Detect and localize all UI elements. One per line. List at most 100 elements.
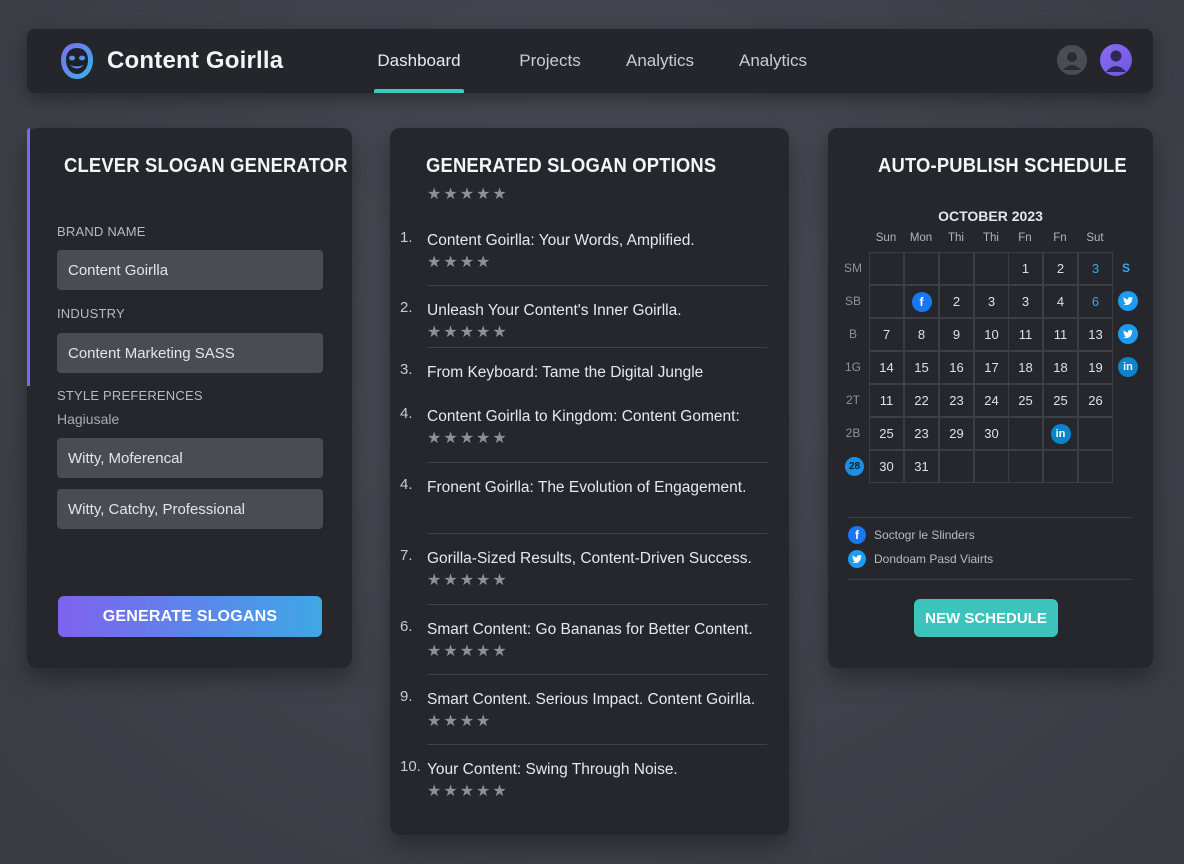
calendar-day[interactable]: 3 bbox=[1078, 252, 1113, 285]
calendar-day[interactable]: 22 bbox=[904, 384, 939, 417]
weekday-label: Thi bbox=[983, 232, 999, 244]
calendar-cell-empty[interactable] bbox=[869, 252, 904, 285]
style-input-2[interactable] bbox=[57, 489, 323, 529]
slogan-number: 4. bbox=[400, 476, 413, 493]
week-label: 1G bbox=[844, 360, 861, 374]
calendar-day[interactable]: 30 bbox=[974, 417, 1009, 450]
star-icon: ★ bbox=[443, 430, 458, 447]
twitter-icon[interactable] bbox=[1118, 324, 1138, 344]
star-icon: ★ bbox=[492, 430, 507, 447]
calendar-day[interactable]: 1 bbox=[1008, 252, 1043, 285]
tab-dashboard[interactable]: Dashboard bbox=[374, 29, 464, 93]
star-icon: ★ bbox=[443, 643, 458, 660]
new-schedule-button[interactable]: NEW SCHEDULE bbox=[914, 599, 1058, 637]
card-accent-bar bbox=[27, 128, 30, 386]
calendar-day[interactable]: 25 bbox=[1008, 384, 1043, 417]
calendar-day[interactable]: 10 bbox=[974, 318, 1009, 351]
slogan-text: Unleash Your Content's Inner Goirlla. bbox=[427, 302, 682, 319]
calendar-day[interactable]: 3 bbox=[974, 285, 1009, 318]
brand-name-label: BRAND NAME bbox=[57, 224, 146, 239]
week-label: 2B bbox=[845, 426, 861, 440]
calendar-day[interactable]: 26 bbox=[1078, 384, 1113, 417]
calendar-cell-empty bbox=[974, 450, 1009, 483]
star-icon: ★ bbox=[492, 783, 507, 800]
calendar-day[interactable]: 29 bbox=[939, 417, 974, 450]
calendar-cell-empty bbox=[1043, 450, 1078, 483]
slogan-divider bbox=[427, 285, 767, 286]
calendar-cell-empty[interactable]: f bbox=[904, 285, 939, 318]
tab-analytics-2[interactable]: Analytics bbox=[732, 29, 814, 93]
calendar-day[interactable]: 31 bbox=[904, 450, 939, 483]
calendar-day[interactable]: 13 bbox=[1078, 318, 1113, 351]
calendar-day[interactable]: 7 bbox=[869, 318, 904, 351]
tab-projects[interactable]: Projects bbox=[505, 29, 595, 93]
generate-slogans-button[interactable]: GENERATE SLOGANS bbox=[58, 596, 322, 637]
star-icon: ★ bbox=[443, 254, 458, 271]
calendar-cell-empty[interactable] bbox=[939, 252, 974, 285]
calendar-cell-empty[interactable] bbox=[1008, 417, 1043, 450]
star-icon: ★ bbox=[476, 713, 491, 730]
slogan-number: 3. bbox=[400, 361, 413, 378]
calendar-day[interactable]: 23 bbox=[904, 417, 939, 450]
weekday-label: Sut bbox=[1086, 232, 1104, 244]
star-icon: ★ bbox=[459, 186, 475, 203]
calendar-day[interactable]: 6 bbox=[1078, 285, 1113, 318]
calendar-day[interactable]: 25 bbox=[1043, 384, 1078, 417]
slogan-text: Your Content: Swing Through Noise. bbox=[427, 761, 678, 778]
slogan-text: Smart Content. Serious Impact. Content G… bbox=[427, 691, 756, 708]
calendar-day[interactable]: 2 bbox=[1043, 252, 1078, 285]
calendar-day[interactable]: 19 bbox=[1078, 351, 1113, 384]
calendar-day[interactable]: 8 bbox=[904, 318, 939, 351]
gorilla-logo-icon bbox=[61, 43, 93, 79]
calendar-day[interactable]: 17 bbox=[974, 351, 1009, 384]
star-icon: ★ bbox=[459, 713, 475, 730]
facebook-icon[interactable]: f bbox=[911, 291, 932, 312]
calendar-day[interactable]: 24 bbox=[974, 384, 1009, 417]
s-marker: S bbox=[1122, 261, 1131, 275]
user-avatar[interactable] bbox=[1100, 44, 1132, 76]
profile-placeholder-icon[interactable] bbox=[1057, 45, 1087, 75]
calendar-day[interactable]: 4 bbox=[1043, 285, 1078, 318]
style-input-1[interactable] bbox=[57, 438, 323, 478]
calendar-day[interactable]: 3 bbox=[1008, 285, 1043, 318]
calendar-day[interactable]: 16 bbox=[939, 351, 974, 384]
calendar-day[interactable]: 30 bbox=[869, 450, 904, 483]
calendar-day[interactable]: 18 bbox=[1043, 351, 1078, 384]
calendar-cell-empty[interactable] bbox=[974, 252, 1009, 285]
linkedin-icon[interactable]: in bbox=[1050, 423, 1071, 444]
twitter-icon[interactable] bbox=[848, 550, 866, 568]
calendar-day[interactable]: 14 bbox=[869, 351, 904, 384]
facebook-icon[interactable]: f bbox=[848, 526, 866, 544]
star-icon: ★ bbox=[427, 572, 442, 589]
slogan-number: 1. bbox=[400, 229, 413, 246]
calendar-cell-empty[interactable] bbox=[1078, 417, 1113, 450]
brand-name: Content Goirlla bbox=[107, 47, 284, 74]
calendar-day[interactable]: 2 bbox=[939, 285, 974, 318]
tab-analytics[interactable]: Analytics bbox=[619, 29, 701, 93]
calendar-cell-empty[interactable] bbox=[869, 285, 904, 318]
calendar-day[interactable]: 25 bbox=[869, 417, 904, 450]
auto-publish-card: AUTO-PUBLISH SCHEDULE OCTOBER 2023 Sun Mo… bbox=[828, 128, 1153, 668]
calendar-day[interactable]: 15 bbox=[904, 351, 939, 384]
brand-name-input[interactable] bbox=[57, 250, 323, 290]
calendar-day[interactable]: 9 bbox=[939, 318, 974, 351]
calendar-day[interactable]: 11 bbox=[1008, 318, 1043, 351]
twitter-icon[interactable] bbox=[1118, 291, 1138, 311]
calendar-cell-empty[interactable]: in bbox=[1043, 417, 1078, 450]
calendar-day[interactable]: 11 bbox=[1043, 318, 1078, 351]
slogan-divider bbox=[427, 462, 767, 463]
week-badge: 28 bbox=[845, 457, 864, 476]
industry-input[interactable] bbox=[57, 333, 323, 373]
calendar-day[interactable]: 18 bbox=[1008, 351, 1043, 384]
slogan-text: Content Goirlla: Your Words, Amplified. bbox=[427, 232, 695, 249]
star-icon: ★ bbox=[443, 186, 458, 203]
calendar-cell-empty[interactable] bbox=[904, 252, 939, 285]
star-icon: ★ bbox=[443, 324, 458, 341]
calendar-day[interactable]: 23 bbox=[939, 384, 974, 417]
brand[interactable]: Content Goirlla bbox=[57, 41, 283, 81]
calendar-day[interactable]: 11 bbox=[869, 384, 904, 417]
weekday-label: Sun bbox=[875, 232, 897, 244]
schedule-title: AUTO-PUBLISH SCHEDULE bbox=[878, 155, 1127, 177]
star-icon: ★ bbox=[492, 643, 507, 660]
linkedin-icon[interactable]: in bbox=[1118, 357, 1138, 377]
